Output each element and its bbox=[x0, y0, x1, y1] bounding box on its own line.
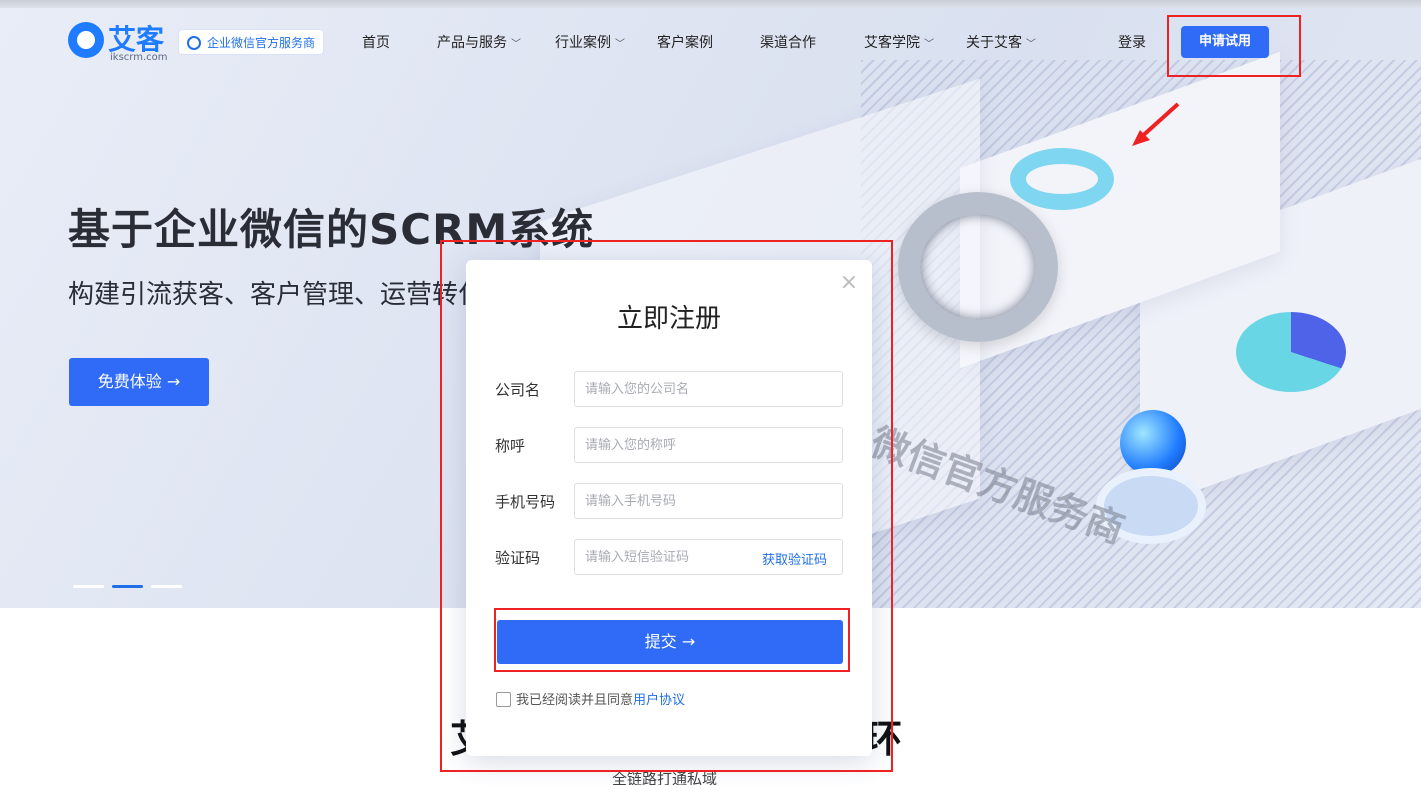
red-arrow-icon bbox=[1132, 102, 1180, 146]
nav-item-home[interactable]: 首页 bbox=[362, 32, 390, 52]
logo[interactable]: 艾客 ikscrm.com bbox=[68, 22, 168, 66]
chevron-down-icon: ﹀ bbox=[1026, 39, 1036, 50]
nav-item-products[interactable]: 产品与服务 ﹀ bbox=[437, 32, 521, 52]
nav-item-label: 产品与服务 bbox=[437, 35, 507, 51]
carousel-dot-active[interactable] bbox=[112, 585, 143, 588]
nav-item-academy[interactable]: 艾客学院 ﹀ bbox=[864, 32, 934, 52]
nav-item-label: 首页 bbox=[362, 35, 390, 51]
chevron-down-icon: ﹀ bbox=[615, 39, 625, 50]
nav-item-label: 关于艾客 bbox=[966, 35, 1022, 51]
logo-icon bbox=[68, 22, 104, 58]
globe-icon bbox=[1120, 410, 1186, 476]
highlight-box-submit bbox=[494, 608, 850, 672]
donut-chart-icon bbox=[1010, 148, 1114, 210]
hero-subtitle: 构建引流获客、客户管理、运营转化 bbox=[68, 280, 485, 310]
nav-item-channel[interactable]: 渠道合作 bbox=[760, 32, 816, 52]
badge-text: 企业微信官方服务商 bbox=[207, 36, 316, 50]
logo-domain: ikscrm.com bbox=[110, 52, 168, 63]
nav-item-label: 艾客学院 bbox=[864, 35, 920, 51]
nav-item-label: 行业案例 bbox=[555, 35, 611, 51]
nav-item-customer-cases[interactable]: 客户案例 bbox=[657, 32, 713, 52]
chat-bubble-icon bbox=[187, 36, 201, 50]
browser-top-edge bbox=[0, 0, 1421, 8]
official-partner-badge: 企业微信官方服务商 bbox=[178, 29, 325, 55]
nav-item-label: 客户案例 bbox=[657, 35, 713, 51]
highlight-box-trial bbox=[1167, 15, 1301, 77]
chevron-down-icon: ﹀ bbox=[924, 39, 934, 50]
free-trial-button[interactable]: 免费体验 → bbox=[69, 358, 209, 406]
carousel-dot[interactable] bbox=[73, 585, 104, 588]
login-link[interactable]: 登录 bbox=[1118, 32, 1146, 52]
chevron-down-icon: ﹀ bbox=[511, 39, 521, 50]
nav-item-industry-cases[interactable]: 行业案例 ﹀ bbox=[555, 32, 625, 52]
highlight-box-modal bbox=[440, 240, 893, 772]
metal-ring-icon bbox=[898, 192, 1058, 342]
nav-item-label: 渠道合作 bbox=[760, 35, 816, 51]
nav-item-about[interactable]: 关于艾客 ﹀ bbox=[966, 32, 1036, 52]
carousel-dot[interactable] bbox=[151, 585, 182, 588]
carousel-indicator bbox=[73, 585, 190, 604]
pie-chart-icon bbox=[1236, 312, 1346, 392]
